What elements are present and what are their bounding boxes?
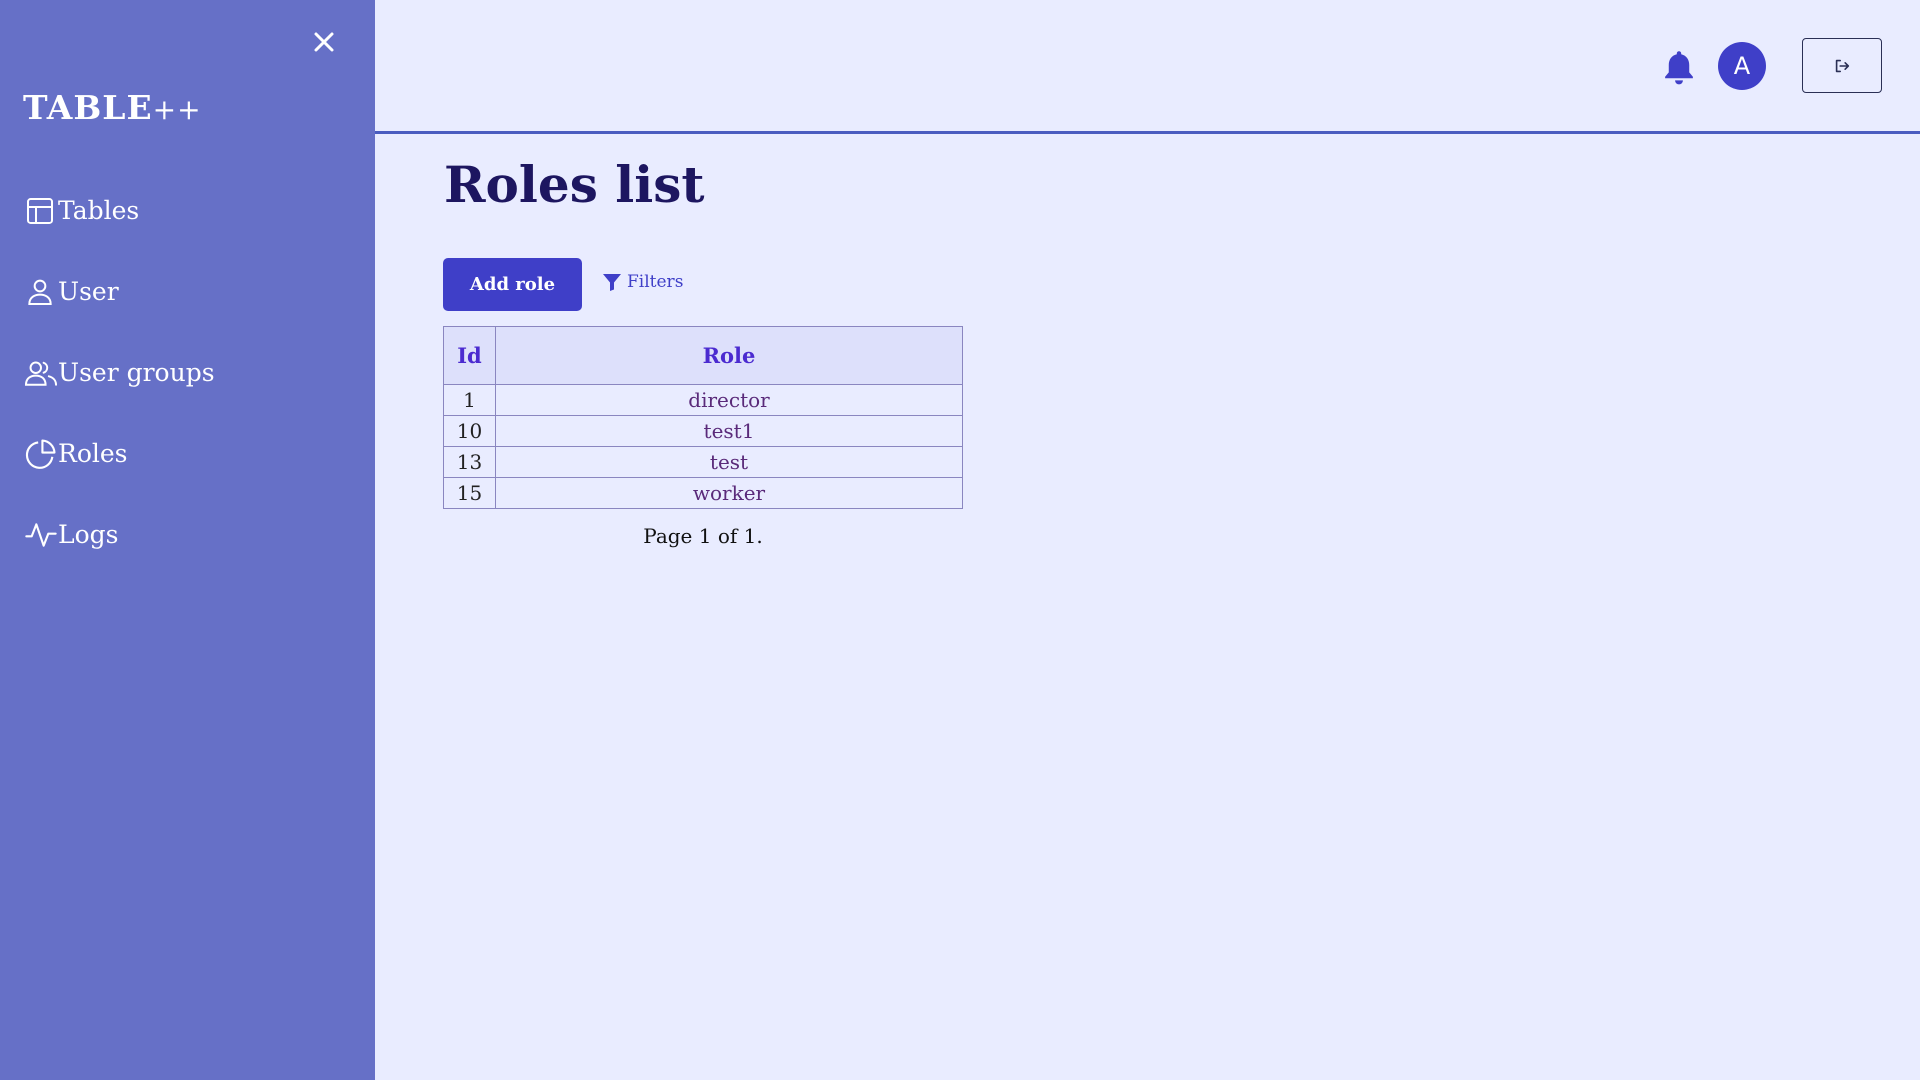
sidebar: TABLE++ Tables User User groups Roles Lo…	[0, 0, 375, 1080]
filter-icon	[602, 272, 622, 292]
roles-table: Id Role 1 director 10 test1 13 test 15 w…	[443, 326, 963, 509]
filters-button[interactable]: Filters	[602, 272, 683, 292]
sidebar-item-label: Tables	[58, 196, 140, 225]
table-header-row: Id Role	[443, 326, 963, 385]
sidebar-item-roles[interactable]: Roles	[0, 413, 375, 494]
table-row[interactable]: 13 test	[443, 446, 963, 478]
bell-icon	[1665, 51, 1693, 85]
sidebar-item-tables[interactable]: Tables	[0, 170, 375, 251]
pie-chart-icon	[24, 437, 58, 471]
notifications-button[interactable]	[1656, 45, 1702, 91]
sidebar-item-user[interactable]: User	[0, 251, 375, 332]
sidebar-item-user-groups[interactable]: User groups	[0, 332, 375, 413]
activity-icon	[24, 518, 58, 552]
sidebar-item-logs[interactable]: Logs	[0, 494, 375, 575]
page-title: Roles list	[444, 155, 705, 214]
user-icon	[24, 275, 58, 309]
role-cell: test	[495, 446, 963, 478]
column-header-role[interactable]: Role	[495, 326, 963, 385]
column-header-id[interactable]: Id	[443, 326, 496, 385]
role-cell: test1	[495, 415, 963, 447]
sidebar-item-label: User groups	[58, 358, 215, 387]
table-row[interactable]: 1 director	[443, 384, 963, 416]
id-cell: 15	[443, 477, 496, 509]
id-cell: 10	[443, 415, 496, 447]
filters-label: Filters	[627, 272, 684, 292]
add-role-button[interactable]: Add role	[443, 258, 582, 311]
avatar[interactable]: A	[1718, 42, 1766, 90]
sidebar-item-label: User	[58, 277, 119, 306]
table-row[interactable]: 15 worker	[443, 477, 963, 509]
id-cell: 1	[443, 384, 496, 416]
logout-button[interactable]	[1802, 38, 1882, 93]
table-icon	[24, 194, 58, 228]
logout-icon	[1835, 59, 1850, 72]
role-cell: director	[495, 384, 963, 416]
pagination-text: Page 1 of 1.	[643, 524, 763, 548]
role-cell: worker	[495, 477, 963, 509]
close-sidebar-button[interactable]	[308, 26, 340, 58]
users-icon	[24, 356, 58, 390]
id-cell: 13	[443, 446, 496, 478]
close-icon	[314, 32, 334, 52]
sidebar-item-label: Roles	[58, 439, 128, 468]
sidebar-nav: Tables User User groups Roles Logs	[0, 170, 375, 575]
table-row[interactable]: 10 test1	[443, 415, 963, 447]
sidebar-item-label: Logs	[58, 520, 119, 549]
brand-logo: TABLE++	[23, 88, 202, 127]
